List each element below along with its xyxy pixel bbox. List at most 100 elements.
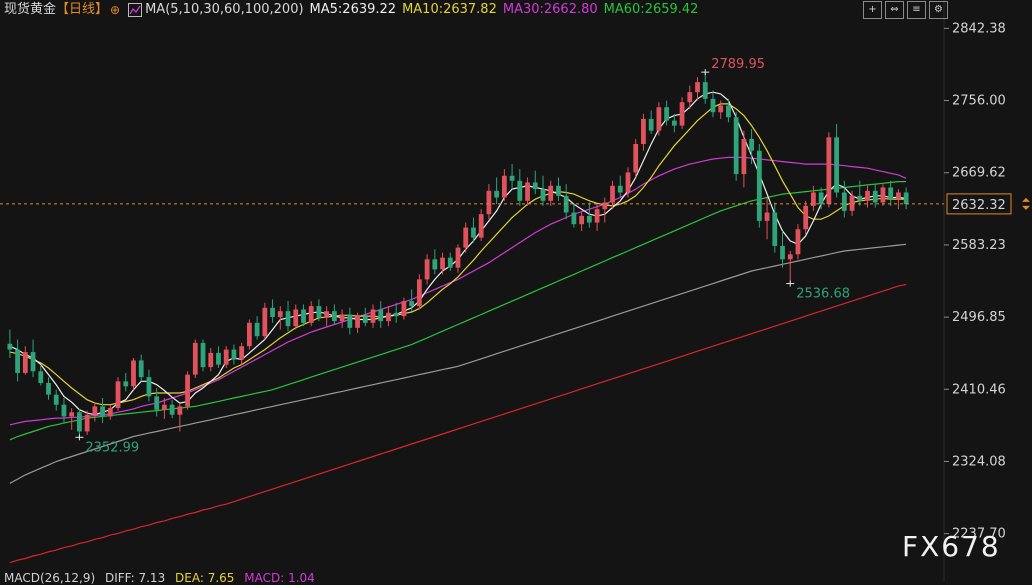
candle-body (77, 412, 82, 432)
high-annotation: 2789.95 (711, 57, 765, 72)
candle-body (471, 227, 476, 238)
candle-body (648, 118, 654, 131)
candle-body (594, 209, 600, 223)
candle-body (107, 408, 113, 417)
candle-body (169, 404, 175, 415)
candle-body (679, 102, 685, 126)
period-label[interactable]: 【日线】 (56, 0, 108, 20)
ma60-line (9, 181, 907, 441)
candle-body (30, 352, 36, 372)
candle-body (625, 172, 631, 193)
resize-icon[interactable]: ⇔ (885, 1, 904, 19)
macd-diff: DIFF: 7.13 (104, 571, 166, 585)
candle-body (540, 189, 546, 201)
candle-body (478, 214, 484, 238)
candle-body (301, 309, 306, 323)
candle-body (571, 212, 577, 225)
add-circle-icon[interactable]: ⊕ (110, 0, 120, 20)
candle-body (61, 404, 67, 417)
candle-body (293, 309, 299, 327)
symbol-title[interactable]: 现货黄金 (4, 0, 56, 20)
candle-body (324, 311, 330, 318)
macd-dea: DEA: 7.65 (175, 571, 235, 585)
candle-body (440, 257, 445, 270)
candle-body (641, 118, 646, 145)
candle-body (656, 107, 662, 131)
candle-body (192, 342, 198, 375)
add-icon[interactable]: + (863, 1, 882, 19)
candle-body (208, 352, 214, 368)
candle-body (100, 406, 105, 417)
candle-body (409, 301, 415, 307)
candle-body (38, 371, 44, 383)
candle-body (246, 322, 252, 347)
candle-body (702, 82, 708, 99)
candle-body (579, 215, 585, 225)
low-left-annotation: 2352.99 (85, 440, 139, 455)
candle-body (447, 257, 453, 268)
macd-label: MACD(26,12,9) (4, 571, 96, 585)
candle-body (517, 180, 523, 201)
candle-body (362, 316, 368, 323)
candle-body (239, 346, 245, 360)
y-tick-label: 2842.38 (952, 21, 1006, 36)
chart-icon[interactable] (128, 3, 143, 17)
chart-svg: 2842.38 2756.00 2669.62 2583.23 2496.85 2410.… (0, 0, 1030, 581)
candle-body (270, 307, 275, 317)
price-arrow-up-icon (1022, 197, 1030, 202)
candle-body (772, 212, 778, 246)
candle-body (84, 414, 90, 432)
candle-body (154, 396, 160, 410)
ma5-value: MA5:2639.22 (309, 2, 397, 17)
candle-body (401, 301, 407, 317)
candle-body (131, 360, 136, 387)
candle-body (841, 192, 847, 211)
watermark-logo: FX678 (902, 530, 1001, 563)
candle-body (185, 374, 190, 407)
candle-body (749, 138, 755, 151)
candle-body (818, 192, 824, 205)
candle-body (200, 342, 206, 368)
candle-body (416, 279, 422, 307)
ma30-line (9, 156, 907, 426)
candle-body (231, 349, 237, 360)
candle-body (525, 182, 530, 201)
candle-body (455, 247, 461, 268)
y-tick-label: 2324.08 (952, 454, 1006, 469)
candle-body (718, 105, 724, 113)
candle-body (695, 82, 700, 93)
candle-body (331, 311, 337, 322)
candle-body (741, 138, 747, 175)
candle-body (857, 195, 863, 201)
candle-body (463, 227, 469, 248)
candle-body (15, 349, 20, 373)
candle-body (432, 259, 438, 270)
candle-body (733, 117, 739, 175)
candle-body (378, 309, 384, 322)
candle-body (69, 412, 75, 417)
candle-body (216, 352, 221, 365)
candle-body (586, 215, 592, 223)
candle-body (726, 105, 731, 118)
candle-body (370, 309, 376, 323)
candle-body (355, 316, 360, 328)
candle-body (780, 245, 785, 260)
candle-body (53, 394, 59, 405)
candle-body (393, 312, 399, 317)
candle-body (865, 190, 870, 201)
ma-params: MA(5,10,30,60,100,200) (145, 2, 304, 17)
settings-icon[interactable]: ⚙ (929, 1, 948, 19)
ma200-line (9, 283, 907, 564)
candle-body (347, 314, 353, 328)
list-icon[interactable]: ≡ (907, 1, 926, 19)
candle-body (7, 343, 13, 350)
candle-body (146, 377, 152, 397)
candle-body (316, 306, 322, 318)
candlestick-chart: 2842.38 2756.00 2669.62 2583.23 2496.85 2410.… (0, 0, 1032, 581)
candle-body (671, 120, 677, 126)
candle-body (633, 144, 639, 173)
low-right-annotation: 2536.68 (796, 287, 850, 302)
candle-body (532, 182, 538, 190)
candle-body (92, 406, 98, 415)
candle-body (46, 382, 51, 395)
